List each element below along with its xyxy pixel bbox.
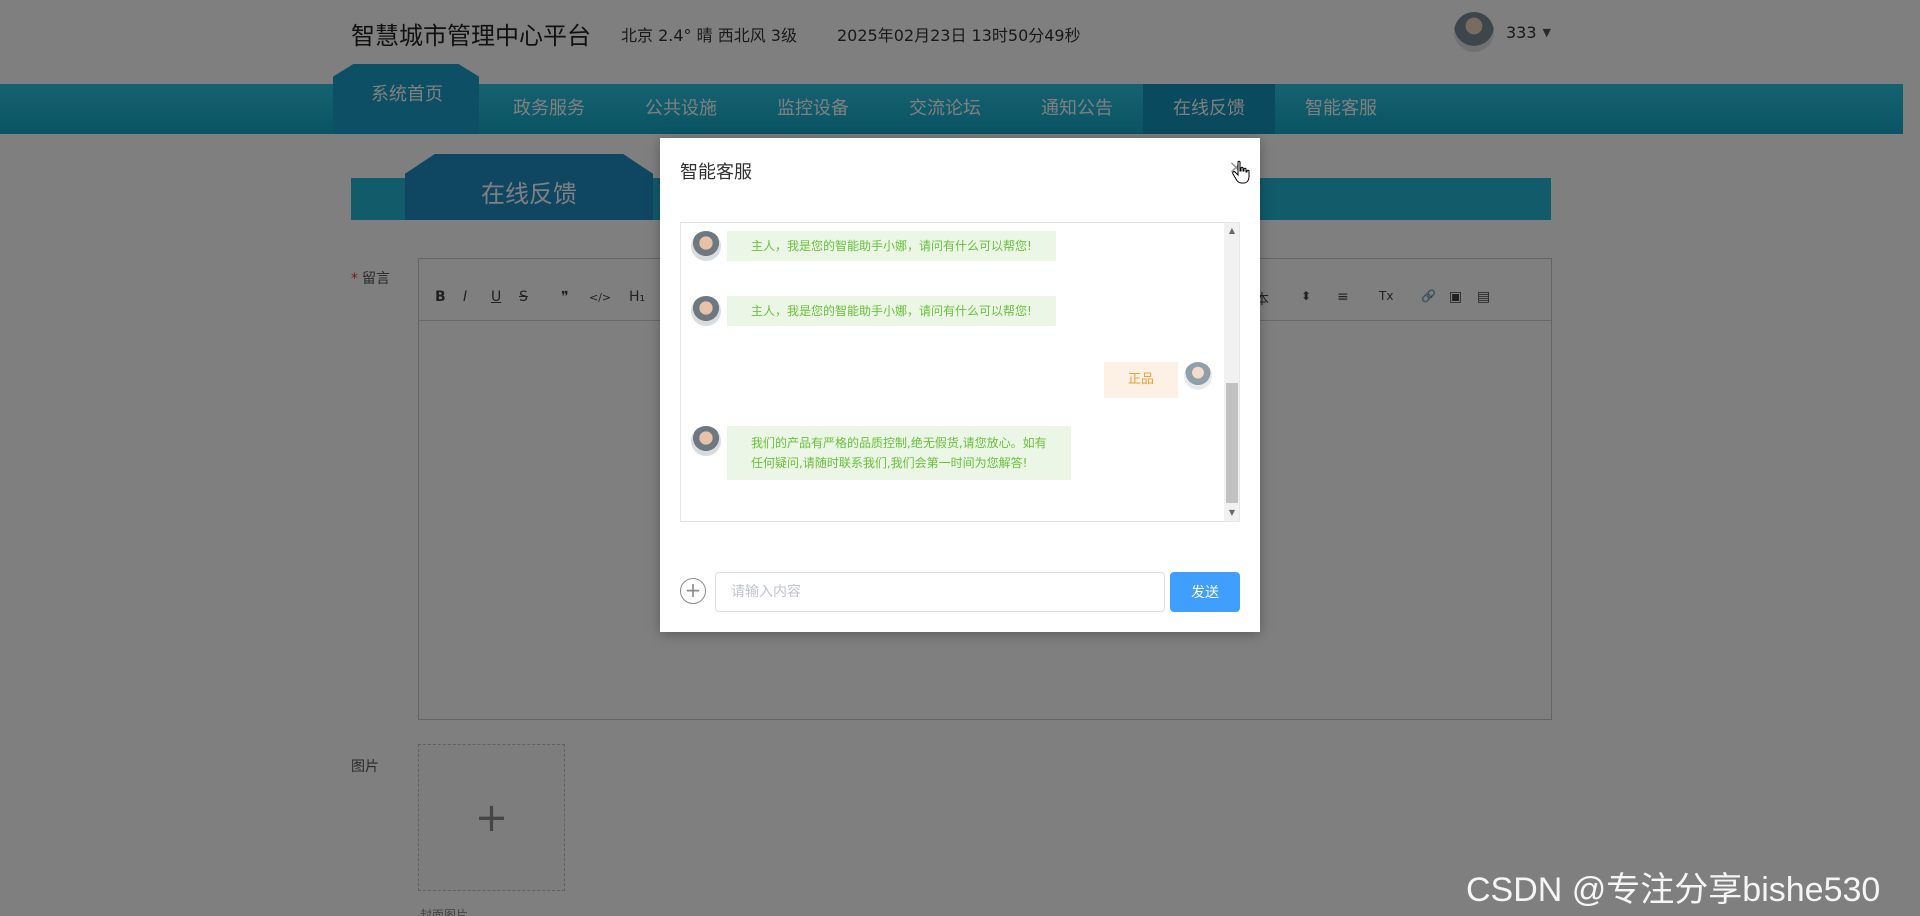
bot-bubble: 主人，我是您的智能助手小娜，请问有什么可以帮您!	[727, 296, 1056, 326]
chat-input[interactable]	[715, 572, 1165, 612]
bot-avatar	[691, 231, 721, 261]
pointer-cursor-icon	[1232, 160, 1250, 184]
send-button[interactable]: 发送	[1170, 572, 1240, 612]
chat-message-bot: 主人，我是您的智能助手小娜，请问有什么可以帮您!	[691, 296, 1056, 326]
chat-message-bot: 主人，我是您的智能助手小娜，请问有什么可以帮您!	[691, 231, 1056, 261]
bot-bubble-line: 我们的产品有严格的品质控制,绝无假货,请您放心。如有	[751, 436, 1047, 450]
user-avatar	[1184, 362, 1213, 390]
dialog-title: 智能客服	[680, 162, 752, 183]
scroll-down-arrow-icon[interactable]: ▼	[1224, 505, 1239, 521]
user-bubble: 正品	[1104, 362, 1179, 398]
customer-service-dialog: 智能客服 × 主人，我是您的智能助手小娜，请问有什么可以帮您! 主人，我是您的智…	[660, 138, 1260, 632]
chat-history[interactable]: 主人，我是您的智能助手小娜，请问有什么可以帮您! 主人，我是您的智能助手小娜，请…	[680, 222, 1240, 522]
watermark: CSDN @专注分享bishe530	[1466, 871, 1881, 909]
chat-message-user: 正品	[1104, 362, 1213, 398]
chat-scrollbar[interactable]: ▲ ▼	[1224, 223, 1239, 521]
bot-bubble: 我们的产品有严格的品质控制,绝无假货,请您放心。如有 任何疑问,请随时联系我们,…	[727, 426, 1071, 480]
chat-message-bot: 我们的产品有严格的品质控制,绝无假货,请您放心。如有 任何疑问,请随时联系我们,…	[691, 426, 1071, 480]
scroll-up-arrow-icon[interactable]: ▲	[1224, 223, 1239, 239]
bot-avatar	[691, 426, 721, 456]
bot-avatar	[691, 296, 721, 326]
add-attachment-icon[interactable]: +	[680, 578, 706, 604]
bot-bubble: 主人，我是您的智能助手小娜，请问有什么可以帮您!	[727, 231, 1056, 261]
scroll-thumb[interactable]	[1226, 383, 1238, 503]
bot-bubble-line: 任何疑问,请随时联系我们,我们会第一时间为您解答!	[751, 456, 1028, 470]
